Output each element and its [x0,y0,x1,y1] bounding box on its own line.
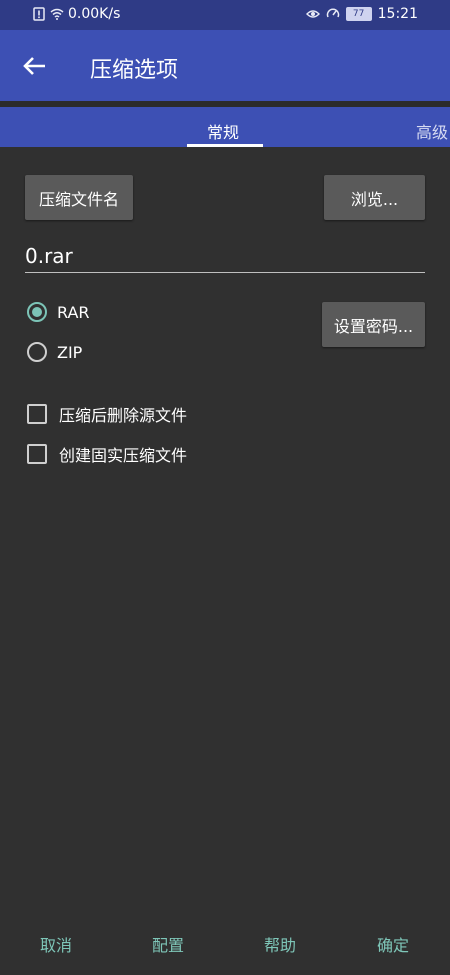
radio-rar-label: RAR [57,302,90,322]
option-solid-archive[interactable]: 创建固实压缩文件 [27,442,187,466]
eye-icon [305,10,320,18]
radio-zip-label: ZIP [57,342,83,362]
battery-level: 77 [352,9,365,19]
tab-advanced[interactable]: 高级 [416,119,448,143]
status-left: 0.00K/s [32,6,120,22]
help-button[interactable]: 帮助 [264,932,296,956]
format-option-rar[interactable]: RAR [27,302,90,322]
checkbox-solid-archive[interactable] [27,444,47,464]
tab-general[interactable]: 常规 [207,119,239,143]
archive-name-button[interactable]: 压缩文件名 [25,175,133,220]
battery-icon: 77 [345,7,372,21]
option-delete-source[interactable]: 压缩后删除源文件 [27,402,187,426]
wifi-icon [50,8,64,20]
tab-bar: 常规 高级 [0,107,450,147]
archive-name-input[interactable]: 0.rar [25,240,425,273]
set-password-button[interactable]: 设置密码... [322,302,425,347]
tab-indicator [187,144,263,147]
checkbox-delete-source[interactable] [27,404,47,424]
radio-rar[interactable] [27,302,47,322]
network-speed: 0.00K/s [68,6,121,22]
format-option-zip[interactable]: ZIP [27,342,82,362]
clock: 15:21 [377,6,418,22]
status-bar: 0.00K/s 77 15:21 [0,0,450,30]
radio-zip[interactable] [27,342,47,362]
config-button[interactable]: 配置 [152,932,184,956]
alert-icon [33,7,45,21]
checkbox-delete-source-label: 压缩后删除源文件 [59,406,188,425]
status-right: 77 15:21 [305,6,418,22]
app-bar: 压缩选项 [0,30,450,101]
ok-button[interactable]: 确定 [377,932,409,956]
speedometer-icon [326,8,339,18]
checkbox-solid-archive-label: 创建固实压缩文件 [59,446,188,465]
back-arrow-icon[interactable] [18,50,50,82]
browse-button[interactable]: 浏览... [324,175,425,220]
cancel-button[interactable]: 取消 [40,932,72,956]
page-title: 压缩选项 [90,58,179,83]
